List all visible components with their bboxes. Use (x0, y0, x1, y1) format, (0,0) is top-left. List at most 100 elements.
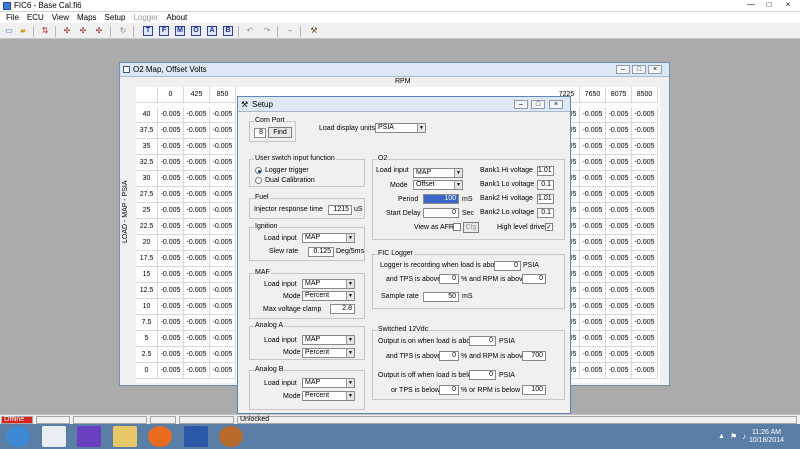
injector-response-input[interactable]: 1215 (328, 205, 352, 215)
bank2-hi-input[interactable]: 1.01 (537, 194, 554, 204)
toolbar-m-button[interactable]: M (175, 26, 185, 36)
app-purple-icon[interactable] (77, 426, 101, 447)
o2-mode-select[interactable]: Offset ▼ (413, 180, 463, 190)
map-cell[interactable]: -0.005 (184, 363, 210, 379)
logger-rpm-input[interactable]: 0 (522, 274, 546, 284)
map-cell[interactable]: -0.005 (632, 107, 658, 123)
map-cell[interactable]: -0.005 (580, 235, 606, 251)
map-cell[interactable]: -0.005 (210, 203, 236, 219)
map-cell[interactable]: -0.005 (632, 347, 658, 363)
map-cell[interactable]: -0.005 (580, 331, 606, 347)
fic6-app-icon[interactable] (219, 426, 243, 447)
map-cell[interactable]: -0.005 (210, 219, 236, 235)
new-file-icon[interactable]: ▭ (4, 26, 14, 36)
connect-icon[interactable]: ⇅ (40, 26, 50, 36)
map-cell[interactable]: -0.005 (606, 283, 632, 299)
map-cell[interactable]: -0.005 (210, 139, 236, 155)
slew-rate-input[interactable]: 0.125 (308, 247, 334, 257)
map-cell[interactable]: -0.005 (184, 235, 210, 251)
analog-b-load-select[interactable]: MAP ▼ (302, 378, 355, 388)
map-cell[interactable]: -0.005 (580, 155, 606, 171)
com-port-input[interactable]: 8 (254, 128, 266, 138)
map-cell[interactable]: -0.005 (580, 107, 606, 123)
map-cell[interactable]: -0.005 (158, 331, 184, 347)
tray-flag-icon[interactable]: ⚑ (730, 432, 737, 441)
close-button[interactable]: × (780, 1, 796, 10)
ignition-load-select[interactable]: MAP ▼ (302, 233, 355, 243)
analog-b-mode-select[interactable]: Percent ▼ (302, 391, 355, 401)
map-cell[interactable]: -0.005 (580, 187, 606, 203)
upload-icon[interactable]: ✣ (78, 26, 88, 36)
map-cell[interactable]: -0.005 (580, 123, 606, 139)
max-voltage-clamp-input[interactable]: 2.8 (330, 304, 355, 314)
menu-logger[interactable]: Logger (129, 12, 162, 23)
period-input[interactable]: 100 (423, 194, 459, 204)
map-cell[interactable]: -0.005 (606, 315, 632, 331)
map-cell[interactable]: -0.005 (158, 363, 184, 379)
output-off-rpm-input[interactable]: 100 (522, 385, 546, 395)
map-cell[interactable]: -0.005 (632, 171, 658, 187)
afr-config-button[interactable]: Cfg (463, 222, 479, 233)
dual-calibration-radio[interactable] (255, 177, 262, 184)
map-cell[interactable]: -0.005 (184, 203, 210, 219)
map-cell[interactable]: -0.005 (210, 251, 236, 267)
map-cell[interactable]: -0.005 (632, 315, 658, 331)
map-cell[interactable]: -0.005 (632, 187, 658, 203)
map-cell[interactable]: -0.005 (606, 171, 632, 187)
taskbar-clock[interactable]: 11:26 AM 10/18/2014 (749, 429, 784, 445)
setup-maximize-button[interactable]: □ (531, 100, 545, 109)
map-cell[interactable]: -0.005 (632, 155, 658, 171)
menu-view[interactable]: View (48, 12, 73, 23)
map-cell[interactable]: -0.005 (606, 235, 632, 251)
map-cell[interactable]: -0.005 (158, 123, 184, 139)
map-close-button[interactable]: × (648, 65, 662, 74)
map-cell[interactable]: -0.005 (184, 187, 210, 203)
output-on-rpm-input[interactable]: 700 (522, 351, 546, 361)
map-cell[interactable]: -0.005 (210, 187, 236, 203)
map-cell[interactable]: -0.005 (158, 283, 184, 299)
map-cell[interactable]: -0.005 (184, 315, 210, 331)
analog-a-mode-select[interactable]: Percent ▼ (302, 348, 355, 358)
map-cell[interactable]: -0.005 (210, 123, 236, 139)
map-cell[interactable]: -0.005 (210, 331, 236, 347)
firefox-icon[interactable] (148, 426, 172, 447)
map-cell[interactable]: -0.005 (210, 363, 236, 379)
map-cell[interactable]: -0.005 (184, 139, 210, 155)
map-cell[interactable]: -0.005 (580, 251, 606, 267)
open-folder-icon[interactable]: ▰ (18, 26, 28, 36)
load-display-select[interactable]: PSIA ▼ (375, 123, 426, 133)
toolbar-b-button[interactable]: B (223, 26, 233, 36)
map-cell[interactable]: -0.005 (606, 155, 632, 171)
map-cell[interactable]: -0.005 (580, 203, 606, 219)
map-cell[interactable]: -0.005 (580, 267, 606, 283)
map-cell[interactable]: -0.005 (184, 331, 210, 347)
map-cell[interactable]: -0.005 (632, 267, 658, 283)
map-cell[interactable]: -0.005 (580, 347, 606, 363)
undo-icon[interactable]: ↶ (245, 26, 255, 36)
o2-load-select[interactable]: MAP ▼ (413, 168, 463, 178)
setup-close-button[interactable]: × (549, 100, 563, 109)
map-cell[interactable]: -0.005 (632, 219, 658, 235)
map-cell[interactable]: -0.005 (158, 155, 184, 171)
map-cell[interactable]: -0.005 (210, 235, 236, 251)
maf-mode-select[interactable]: Percent ▼ (302, 291, 355, 301)
menu-setup[interactable]: Setup (101, 12, 130, 23)
map-cell[interactable]: -0.005 (158, 203, 184, 219)
map-cell[interactable]: -0.005 (184, 171, 210, 187)
start-button[interactable] (6, 426, 30, 447)
redo-icon[interactable]: ↷ (262, 26, 272, 36)
tools-icon[interactable]: ⚒ (309, 26, 319, 36)
calculator-icon[interactable] (42, 426, 66, 447)
map-cell[interactable]: -0.005 (158, 347, 184, 363)
download-icon[interactable]: ✣ (62, 26, 72, 36)
map-cell[interactable]: -0.005 (606, 267, 632, 283)
maf-load-select[interactable]: MAP ▼ (302, 279, 355, 289)
map-cell[interactable]: -0.005 (606, 107, 632, 123)
map-cell[interactable]: -0.005 (632, 363, 658, 379)
output-off-tps-input[interactable]: 0 (439, 385, 459, 395)
map-cell[interactable]: -0.005 (210, 299, 236, 315)
map-cell[interactable]: -0.005 (606, 219, 632, 235)
map-cell[interactable]: -0.005 (210, 347, 236, 363)
map-cell[interactable]: -0.005 (632, 283, 658, 299)
menu-ecu[interactable]: ECU (23, 12, 48, 23)
